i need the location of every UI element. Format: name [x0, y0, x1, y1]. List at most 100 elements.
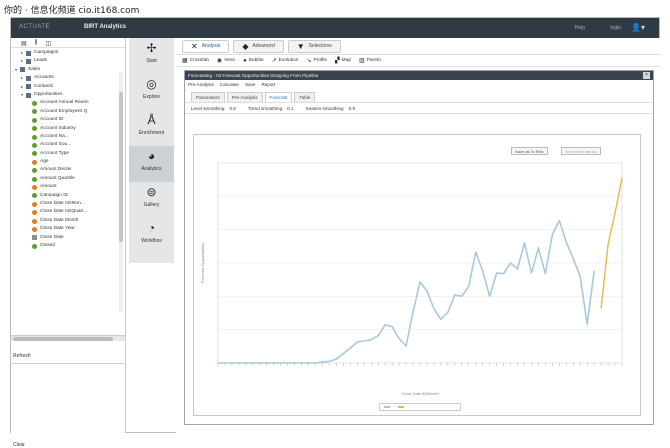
actual-point [321, 361, 324, 363]
tab-selections[interactable]: ▼ Selections [287, 39, 341, 53]
tree-item-label: Contacts [34, 83, 53, 89]
login-link[interactable]: login [610, 25, 621, 31]
advanced-icon: ◆ [242, 41, 249, 51]
close-icon[interactable]: × [643, 72, 650, 79]
tree-item-label: Account Na... [40, 133, 69, 139]
tree-item[interactable]: Amount Quartile [15, 175, 125, 183]
tree-item[interactable]: ▾ Opportunities [15, 91, 125, 99]
toolbar-evolution[interactable]: ↗ Evolution [272, 57, 299, 64]
tree-item-label: Campaign ID [40, 192, 68, 198]
help-link[interactable]: Help [575, 25, 585, 31]
tree-item[interactable]: ▸ Campaigns [15, 49, 125, 57]
nav-gallery[interactable]: ⊜ Gallery [129, 182, 174, 218]
dialog-tab-parameters[interactable]: Parameters [191, 92, 225, 102]
toolbar-label: Profile [313, 58, 328, 63]
numeric-field-icon [32, 226, 37, 232]
profile-icon: ↘ [306, 58, 312, 64]
tree-item[interactable]: Close Date ADMon... [15, 200, 125, 208]
actual-point [468, 285, 470, 288]
table-icon [26, 92, 31, 98]
database-icon[interactable]: ▤ [21, 40, 27, 47]
tree-horizontal-scrollbar[interactable] [11, 335, 125, 341]
text-field-icon [32, 126, 37, 132]
toolbar-profile[interactable]: ↘ Profile [306, 57, 327, 64]
dialog-tab-table[interactable]: Table [294, 92, 316, 102]
text-field-icon [32, 117, 37, 123]
columns-icon[interactable]: ⫼ [35, 40, 38, 46]
text-field-icon [32, 243, 37, 249]
param-value[interactable]: 0.9 [349, 106, 355, 111]
app-window: ACTUATE BIRT Analytics Help login 👤▾ ▤ ⫼… [10, 17, 661, 448]
text-field-icon [32, 151, 37, 157]
tree-item[interactable]: ▸ Contacts [15, 83, 125, 91]
dialog-menu-calculate[interactable]: Calculate [220, 80, 239, 90]
tree-item[interactable]: Age [15, 158, 125, 166]
analysis-toolbar: ▦ Crosstab ◉ Venn ● Bubble ↗ Evolution ↘ Profile ▞… [176, 55, 661, 67]
numeric-field-icon [32, 201, 37, 207]
param-value[interactable]: 0.1 [287, 106, 293, 111]
actual-point [495, 272, 498, 274]
split-icon[interactable]: ◫ [45, 40, 51, 47]
tree-item[interactable]: Campaign ID [15, 192, 125, 200]
tree-item[interactable]: Close Date Month [15, 217, 125, 225]
toolbar-label: Venn [224, 58, 236, 63]
tree-item[interactable]: Closed [15, 242, 125, 250]
param-trend-smoothing[interactable]: Trend smoothing 0.1 [248, 106, 294, 111]
tab-analysis[interactable]: ✕ Analysis [182, 39, 230, 53]
tree-item[interactable]: Account Type [15, 150, 125, 158]
tree-item[interactable]: Amount [15, 183, 125, 191]
tree-item-label: Account Type [40, 150, 69, 156]
tree-item[interactable]: ▸ Leads [15, 57, 125, 65]
actual-point [293, 362, 296, 364]
clear-label[interactable]: Clear [13, 442, 25, 448]
tree-item[interactable]: Account Employees Q [15, 108, 125, 116]
tree-vertical-scrollbar[interactable] [119, 72, 123, 312]
param-level-smoothing[interactable]: Level smoothing 0.8 [191, 106, 236, 111]
tab-advanced[interactable]: ◆ Advanced [233, 39, 284, 53]
tree-item[interactable]: ▸ Accounts [15, 74, 125, 82]
tree-item[interactable]: Account Industry [15, 125, 125, 133]
toolbar-map[interactable]: ▞ Map [335, 57, 351, 64]
dialog-tab-forecast[interactable]: Forecast [264, 92, 293, 102]
tree-item[interactable]: Close Date Year [15, 225, 125, 233]
dialog-tab-preanalysis[interactable]: Pre-Analysis [226, 92, 263, 102]
map-icon: ▞ [335, 58, 340, 64]
tree-item[interactable]: Account ID [15, 116, 125, 124]
data-tree-panel: ▤ ⫼ ◫ ▸ Campaigns ▸ Leads ▾ Sales ▸ Accounts ▸ Co… [11, 38, 126, 448]
toolbar-crosstab[interactable]: ▦ Crosstab [182, 57, 209, 64]
forecast-point [600, 307, 602, 309]
text-field-icon [32, 193, 37, 199]
tree-item[interactable]: Close Date ADQuart... [15, 208, 125, 216]
tree-item[interactable]: Account Annual Reven [15, 99, 125, 107]
refresh-label[interactable]: Refresh [13, 353, 31, 359]
tree-item[interactable]: Account Na... [15, 133, 125, 141]
actual-point [217, 362, 219, 364]
dialog-menu-save[interactable]: Save [245, 80, 255, 90]
workflow-icon: ◔ [147, 221, 156, 235]
legend-forecast [398, 405, 406, 410]
toolbar-pareto[interactable]: ▥ Pareto [359, 57, 381, 64]
param-value[interactable]: 0.8 [229, 106, 235, 111]
toolbar-bubble[interactable]: ● Bubble [243, 58, 264, 64]
tree-item[interactable]: Amount Decile [15, 166, 125, 174]
module-nav: ✢ Start ◎ Explore Å Enrichment ◕ Analytics ⊜ Gall… [129, 38, 174, 263]
user-icon[interactable]: 👤▾ [631, 23, 645, 32]
forecast-point [607, 243, 609, 246]
nav-start[interactable]: ✢ Start [129, 38, 174, 74]
tree-item[interactable]: Close Date [15, 234, 125, 242]
nav-explore[interactable]: ◎ Explore [129, 74, 174, 110]
nav-analytics[interactable]: ◕ Analytics [129, 146, 174, 182]
param-season-smoothing[interactable]: Season smoothing 0.9 [306, 106, 355, 111]
nav-enrichment[interactable]: Å Enrichment [129, 110, 174, 146]
tree-item-label: Close Date Month [40, 217, 79, 223]
forecast-point [614, 212, 616, 214]
tree-item[interactable]: ▾ Sales [15, 66, 125, 74]
actual-point [391, 325, 393, 328]
dialog-menu-preanalysis[interactable]: Pre-Analysis [188, 80, 214, 90]
dialog-menu-report[interactable]: Report [261, 80, 275, 90]
text-field-icon [32, 168, 37, 174]
top-bar: ACTUATE BIRT Analytics Help login 👤▾ [11, 18, 659, 38]
tree-item[interactable]: Account Sou... [15, 141, 125, 149]
nav-workflow[interactable]: ◔ Workflow [129, 218, 174, 254]
toolbar-venn[interactable]: ◉ Venn [217, 57, 235, 64]
